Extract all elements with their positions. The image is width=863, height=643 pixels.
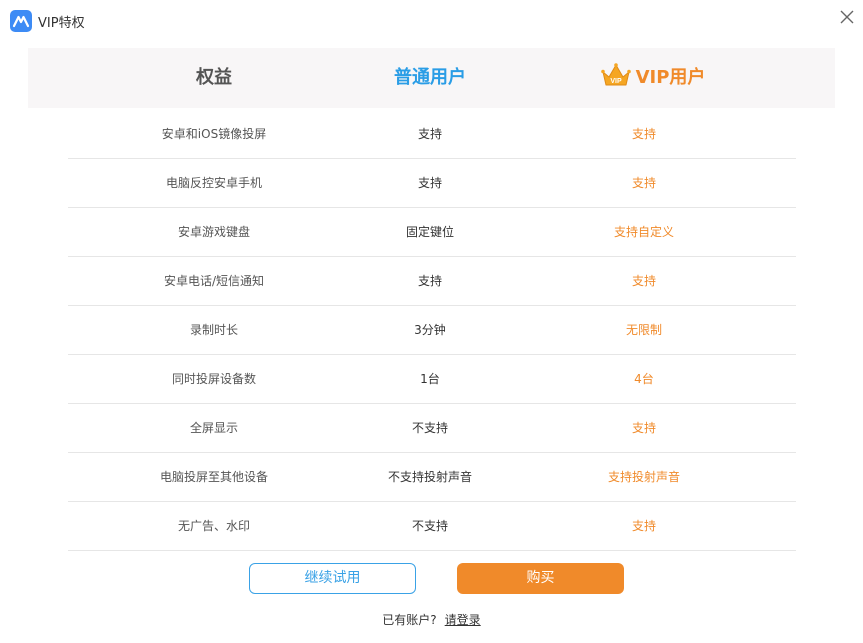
normal-user-cell: 支持 — [417, 127, 442, 141]
benefit-cell: 录制时长 — [189, 323, 238, 337]
vip-user-cell: 支持 — [631, 421, 656, 435]
table-row: 全屏显示 不支持 支持 — [68, 404, 796, 453]
benefit-cell: 安卓和iOS镜像投屏 — [161, 127, 267, 141]
benefit-cell: 全屏显示 — [189, 421, 238, 435]
login-prompt-line: 已有账户? 请登录 — [0, 611, 863, 628]
normal-user-cell: 支持 — [417, 274, 442, 288]
buy-button[interactable]: 购买 — [457, 563, 624, 594]
column-header-vip: VIP VIP用户 — [558, 48, 748, 108]
normal-user-cell: 3分钟 — [414, 323, 446, 337]
table-row: 安卓和iOS镜像投屏 支持 支持 — [68, 110, 796, 159]
normal-user-cell: 不支持投射声音 — [387, 470, 472, 484]
normal-user-cell: 1台 — [420, 372, 440, 386]
benefit-table: 安卓和iOS镜像投屏 支持 支持 电脑反控安卓手机 支持 支持 安卓游戏键盘 固… — [68, 110, 796, 551]
vip-column-label: VIP用户 — [635, 67, 706, 88]
vip-user-cell: 支持 — [631, 127, 656, 141]
benefit-cell: 电脑投屏至其他设备 — [159, 470, 268, 484]
table-row: 无广告、水印 不支持 支持 — [68, 502, 796, 551]
vip-user-cell: 支持 — [631, 519, 656, 533]
window-title: VIP特权 — [38, 16, 85, 31]
vip-user-cell: 支持 — [631, 176, 656, 190]
title-bar: VIP特权 — [0, 0, 863, 40]
vip-user-cell: 支持投射声音 — [607, 470, 680, 484]
table-row: 录制时长 3分钟 无限制 — [68, 306, 796, 355]
normal-user-cell: 支持 — [417, 176, 442, 190]
table-row: 电脑投屏至其他设备 不支持投射声音 支持投射声音 — [68, 453, 796, 502]
benefit-cell: 同时投屏设备数 — [171, 372, 256, 386]
vip-user-cell: 支持自定义 — [613, 225, 674, 239]
column-header-normal: 普通用户 — [394, 67, 466, 88]
table-row: 安卓游戏键盘 固定键位 支持自定义 — [68, 208, 796, 257]
app-logo-icon — [10, 10, 32, 32]
vip-user-cell: 支持 — [631, 274, 656, 288]
normal-user-cell: 不支持 — [411, 519, 448, 533]
login-link[interactable]: 请登录 — [445, 613, 481, 627]
benefit-cell: 无广告、水印 — [177, 519, 250, 533]
table-row: 电脑反控安卓手机 支持 支持 — [68, 159, 796, 208]
normal-user-cell: 不支持 — [411, 421, 448, 435]
close-button[interactable] — [836, 6, 858, 28]
table-row: 安卓电话/短信通知 支持 支持 — [68, 257, 796, 306]
table-row: 同时投屏设备数 1台 4台 — [68, 355, 796, 404]
crown-badge-text: VIP — [610, 78, 622, 85]
vip-user-cell: 无限制 — [625, 323, 662, 337]
normal-user-cell: 固定键位 — [405, 225, 454, 239]
benefit-cell: 电脑反控安卓手机 — [165, 176, 262, 190]
column-header-benefit: 权益 — [196, 67, 232, 88]
table-header: 权益 普通用户 VIP VIP用户 — [28, 48, 835, 108]
continue-trial-button[interactable]: 继续试用 — [249, 563, 416, 594]
login-prompt-text: 已有账户? — [382, 613, 437, 627]
benefit-cell: 安卓电话/短信通知 — [163, 274, 265, 288]
crown-icon: VIP — [600, 63, 631, 86]
close-icon — [840, 10, 854, 24]
vip-user-cell: 4台 — [634, 372, 654, 386]
benefit-cell: 安卓游戏键盘 — [177, 225, 250, 239]
